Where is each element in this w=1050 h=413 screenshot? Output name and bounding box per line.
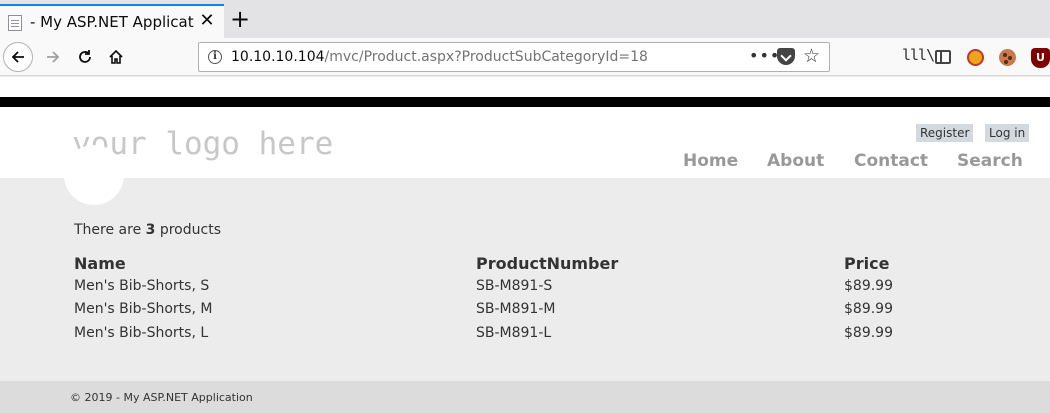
url-host: 10.10.10.104 (231, 49, 325, 65)
reload-button[interactable] (70, 42, 100, 72)
tab-strip: - My ASP.NET Applicatio ✕ + (0, 0, 1050, 38)
url-path: /mvc/Product.aspx?ProductSubCategoryId=1… (324, 49, 648, 65)
ublock-icon[interactable]: U (1031, 48, 1050, 68)
cell-name: Men's Bib-Shorts, S (74, 278, 210, 294)
page-favicon-icon (8, 15, 22, 31)
menu-contact[interactable]: Contact (854, 151, 928, 171)
login-link[interactable]: Log in (985, 124, 1030, 142)
url-bar[interactable]: i 10.10.10.104/mvc/Product.aspx?ProductS… (198, 42, 830, 72)
product-count: There are 3 products (74, 222, 221, 238)
product-count-suffix: products (155, 222, 221, 238)
column-header-name: Name (74, 254, 126, 273)
product-count-prefix: There are (74, 222, 146, 238)
cell-name: Men's Bib-Shorts, L (74, 325, 209, 341)
menu-search[interactable]: Search (957, 151, 1023, 171)
tab-title: - My ASP.NET Applicatio (30, 13, 194, 31)
cell-name: Men's Bib-Shorts, M (74, 301, 213, 317)
logo-circle-decoration (64, 145, 124, 205)
site-footer: © 2019 - My ASP.NET Application (0, 381, 1050, 413)
new-tab-button[interactable]: + (228, 6, 252, 32)
library-icon[interactable]: lll\ (902, 46, 935, 64)
cookie-icon[interactable] (999, 49, 1016, 66)
sidebar-icon[interactable] (935, 50, 951, 64)
home-button[interactable] (101, 42, 131, 72)
browser-tab[interactable]: - My ASP.NET Applicatio ✕ (0, 4, 224, 38)
star-icon[interactable]: ☆ (803, 45, 820, 67)
cell-productnumber: SB-M891-L (476, 325, 552, 341)
extension-icon[interactable] (967, 49, 984, 66)
info-icon[interactable]: i (208, 50, 222, 64)
back-button[interactable] (3, 42, 33, 72)
cell-price: $89.99 (844, 301, 893, 317)
cell-productnumber: SB-M891-M (476, 301, 556, 317)
navigation-bar: i 10.10.10.104/mvc/Product.aspx?ProductS… (0, 38, 1050, 76)
product-count-value: 3 (145, 222, 156, 238)
home-icon (109, 49, 123, 64)
page-actions-menu-icon[interactable]: ••• (749, 46, 780, 65)
site-top-bar (0, 97, 1050, 107)
register-link[interactable]: Register (916, 124, 974, 142)
page-top-spacer (0, 77, 1050, 97)
menu-about[interactable]: About (767, 151, 824, 171)
cell-productnumber: SB-M891-S (476, 278, 553, 294)
pocket-icon[interactable] (777, 48, 795, 65)
url-text[interactable]: 10.10.10.104/mvc/Product.aspx?ProductSub… (231, 49, 648, 65)
cell-price: $89.99 (844, 325, 893, 341)
cell-price: $89.99 (844, 278, 893, 294)
reload-icon (79, 50, 91, 63)
back-arrow-icon (11, 51, 24, 63)
forward-arrow-icon (47, 51, 60, 63)
column-header-price: Price (844, 254, 890, 273)
tab-close-icon[interactable]: ✕ (197, 11, 217, 31)
column-header-productnumber: ProductNumber (476, 254, 619, 273)
forward-button[interactable] (38, 42, 68, 72)
footer-copyright: © 2019 - My ASP.NET Application (70, 391, 253, 404)
menu-home[interactable]: Home (683, 151, 738, 171)
